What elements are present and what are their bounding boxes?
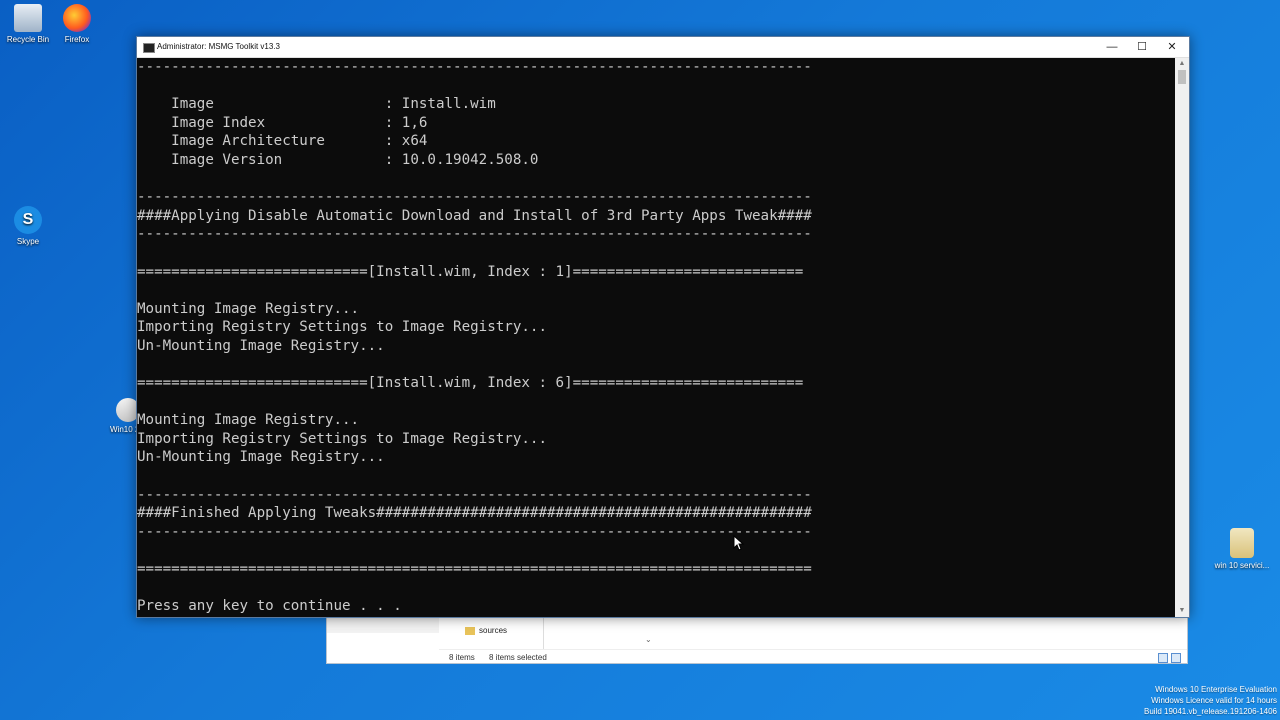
console-line: Image Index : 1,6 [137, 114, 428, 131]
windows-evaluation-watermark: Windows 10 Enterprise Evaluation Windows… [1144, 684, 1277, 717]
skype-icon[interactable]: S Skype [0, 206, 56, 246]
close-button[interactable]: ✕ [1157, 37, 1187, 57]
console-line: ####Applying Disable Automatic Download … [137, 207, 812, 224]
console-line: ===========================[Install.wim,… [137, 263, 804, 280]
recycle-bin-glyph-icon [14, 4, 42, 32]
window-title: Administrator: MSMG Toolkit v13.3 [157, 42, 281, 51]
win10-servicing-icon[interactable]: win 10 servici... [1214, 528, 1270, 570]
skype-label: Skype [16, 237, 40, 246]
watermark-licence: Windows Licence valid for 14 hours [1151, 696, 1277, 705]
folder-icon [465, 627, 475, 635]
large-icons-view-icon[interactable] [1171, 653, 1181, 663]
scroll-thumb[interactable] [1178, 70, 1186, 84]
firefox-icon[interactable]: Firefox [49, 4, 105, 44]
console-line: Un-Mounting Image Registry... [137, 449, 385, 466]
console-line: Image : Install.wim [137, 96, 496, 113]
console-line: ----------------------------------------… [137, 523, 812, 540]
console-line: ----------------------------------------… [137, 189, 812, 206]
console-line: Image Version : 10.0.19042.508.0 [137, 151, 539, 168]
navigation-tree[interactable]: sources ⌄ [439, 613, 652, 649]
vertical-scrollbar[interactable]: ▲ ▼ [1175, 58, 1189, 617]
console-line: ----------------------------------------… [137, 226, 812, 243]
scroll-down-icon[interactable]: ▼ [1175, 605, 1189, 617]
minimize-button[interactable]: — [1097, 37, 1127, 57]
zip-folder-glyph-icon [1230, 528, 1254, 558]
watermark-build: Build 19041.vb_release.191206-1406 [1144, 707, 1277, 716]
console-line: ----------------------------------------… [137, 59, 812, 75]
console-line: Mounting Image Registry... [137, 412, 360, 429]
details-view-icon[interactable] [1158, 653, 1168, 663]
item-count: 8 items [449, 653, 475, 662]
console-line: ####Finished Applying Tweaks############… [137, 505, 812, 522]
console-output[interactable]: ----------------------------------------… [137, 58, 1173, 617]
chevron-down-icon[interactable]: ⌄ [645, 635, 652, 644]
console-line: ----------------------------------------… [137, 486, 812, 503]
view-toggle[interactable] [1155, 653, 1181, 665]
win10-servicing-label: win 10 servici... [1214, 561, 1270, 570]
console-line: Mounting Image Registry... [137, 300, 360, 317]
console-app-icon[interactable] [143, 43, 155, 53]
console-line: ========================================… [137, 561, 812, 578]
explorer-status-bar: 8 items 8 items selected [439, 649, 1187, 664]
recycle-bin-label: Recycle Bin [6, 35, 50, 44]
console-line: Press any key to continue . . . [137, 598, 402, 615]
title-bar[interactable]: Administrator: MSMG Toolkit v13.3 — ☐ ✕ [137, 37, 1189, 58]
console-window[interactable]: Administrator: MSMG Toolkit v13.3 — ☐ ✕ … [136, 36, 1190, 618]
recycle-bin-icon[interactable]: Recycle Bin [0, 4, 56, 44]
console-line: Image Architecture : x64 [137, 133, 428, 150]
console-line: ===========================[Install.wim,… [137, 375, 804, 392]
file-explorer-window[interactable]: sources ⌄ 8 items 8 items selected [326, 612, 1188, 664]
scroll-up-icon[interactable]: ▲ [1175, 58, 1189, 70]
firefox-label: Firefox [64, 35, 90, 44]
maximize-button[interactable]: ☐ [1127, 37, 1157, 57]
console-line: Importing Registry Settings to Image Reg… [137, 430, 547, 447]
watermark-edition: Windows 10 Enterprise Evaluation [1155, 685, 1277, 694]
console-line: Importing Registry Settings to Image Reg… [137, 319, 547, 336]
selected-count: 8 items selected [489, 653, 547, 662]
console-line: Un-Mounting Image Registry... [137, 337, 385, 354]
firefox-glyph-icon [63, 4, 91, 32]
tree-item-sources[interactable]: sources [479, 626, 507, 635]
skype-glyph-icon: S [14, 206, 42, 234]
